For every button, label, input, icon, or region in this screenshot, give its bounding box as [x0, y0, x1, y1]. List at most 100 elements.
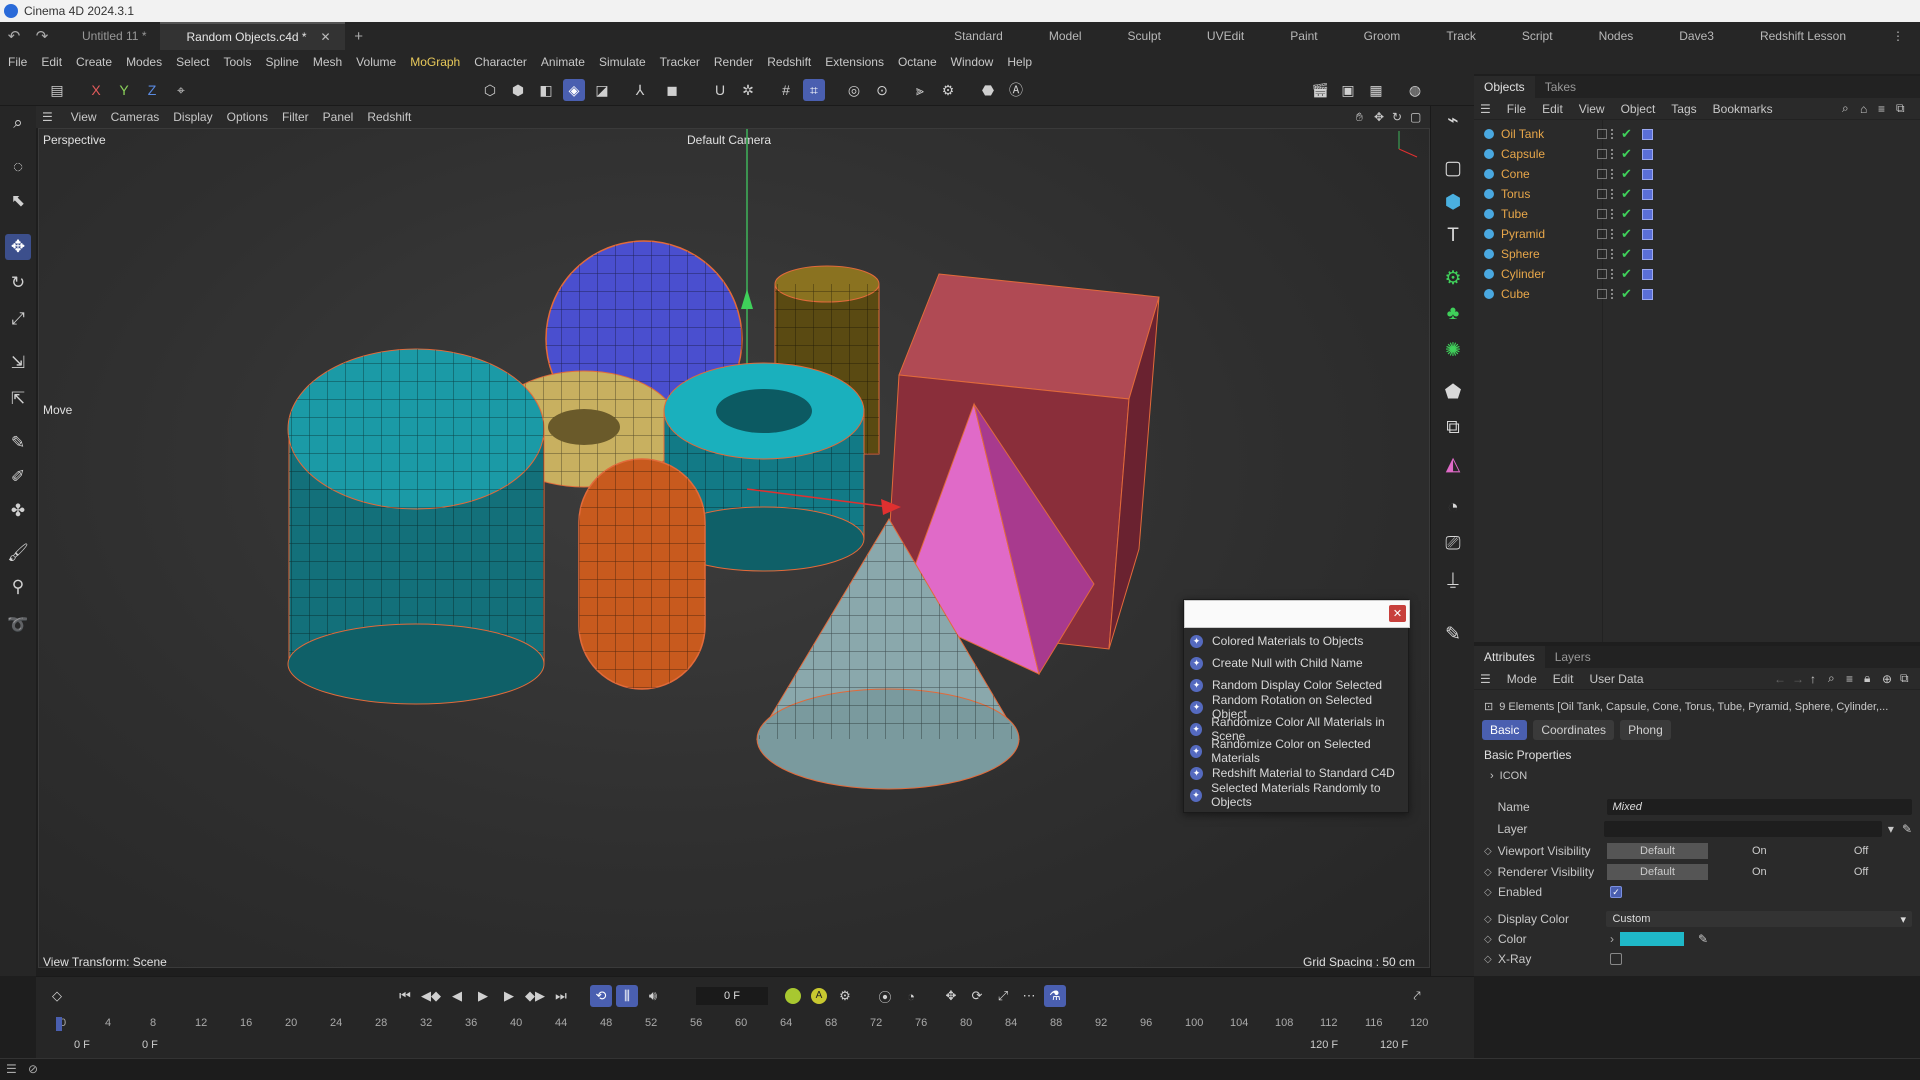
- menu-spline[interactable]: Spline: [265, 55, 298, 69]
- enabled-check-icon[interactable]: ✔: [1621, 186, 1632, 202]
- scale-tool-icon[interactable]: ⤢: [5, 306, 31, 332]
- material-tag-icon[interactable]: [1641, 188, 1653, 200]
- current-frame-field[interactable]: 0 F: [696, 987, 768, 1005]
- move-tool-icon[interactable]: ✥: [5, 234, 31, 260]
- timeline-ruler[interactable]: 0 4 8 12 16 20 24 28 32 36 40 44 48 52 56 60 64 68 72 76 80 8…: [52, 1017, 1428, 1035]
- orbit-view-icon[interactable]: ↻: [1392, 110, 1402, 124]
- visibility-dots-icon[interactable]: [1611, 189, 1615, 199]
- visibility-dots-icon[interactable]: [1611, 269, 1615, 279]
- status-info-icon[interactable]: ⊘: [28, 1062, 38, 1076]
- layer-box-icon[interactable]: [1597, 249, 1607, 259]
- icon-group-toggle[interactable]: › ICON: [1490, 770, 1527, 782]
- key-pla-icon[interactable]: ⤢: [992, 985, 1014, 1007]
- material-tag-icon[interactable]: [1641, 228, 1653, 240]
- obj-menu-bookmarks[interactable]: Bookmarks: [1713, 102, 1773, 116]
- volume-icon[interactable]: ◭: [1439, 450, 1467, 478]
- record-keyframe-icon[interactable]: [782, 985, 804, 1007]
- obj-menu-tags[interactable]: Tags: [1671, 102, 1696, 116]
- material-tag-icon[interactable]: [1641, 288, 1653, 300]
- go-to-start-icon[interactable]: ⏮: [394, 985, 416, 1007]
- keyframe-diamond-icon[interactable]: ◇: [1484, 914, 1498, 925]
- more-options-icon[interactable]: ⋮: [1892, 29, 1904, 43]
- edit-icon[interactable]: ✎: [1439, 620, 1467, 648]
- tab-objects[interactable]: Objects: [1474, 76, 1535, 98]
- subtab-phong[interactable]: Phong: [1620, 720, 1671, 740]
- range-end-left[interactable]: 120 F: [1310, 1039, 1338, 1051]
- popup-item-materials-randomly[interactable]: ✦ Selected Materials Randomly to Objects: [1184, 781, 1410, 809]
- paint-tool-icon[interactable]: ✤: [5, 498, 31, 524]
- xray-checkbox[interactable]: [1610, 953, 1622, 965]
- motion-tracking-icon[interactable]: ⚗: [1044, 985, 1066, 1007]
- loop-icon[interactable]: ⟲: [590, 985, 612, 1007]
- key-point-icon[interactable]: ⋯: [1018, 985, 1040, 1007]
- keyframe-settings-icon[interactable]: ⚙: [834, 985, 856, 1007]
- layout-script[interactable]: Script: [1522, 29, 1553, 43]
- popup-item-randomize-selected-materials[interactable]: ✦ Randomize Color on Selected Materials: [1184, 737, 1410, 765]
- material-tag-icon[interactable]: [1641, 268, 1653, 280]
- pan-view-icon[interactable]: ✋︎: [1356, 110, 1363, 125]
- menu-edit[interactable]: Edit: [41, 55, 62, 69]
- playhead[interactable]: [56, 1017, 62, 1031]
- redo-icon[interactable]: ↷: [28, 27, 56, 45]
- oil-tank-object[interactable]: [287, 348, 545, 705]
- perspective-viewport[interactable]: Perspective Default Camera Move View Tra…: [38, 128, 1430, 968]
- spline-sketch-icon[interactable]: ✐: [5, 464, 31, 490]
- menu-simulate[interactable]: Simulate: [599, 55, 646, 69]
- search-icon[interactable]: ⌕: [5, 110, 31, 136]
- visibility-dots-icon[interactable]: [1611, 129, 1615, 139]
- object-row-cone[interactable]: Cone ✔: [1484, 164, 1904, 184]
- tab-takes[interactable]: Takes: [1535, 76, 1586, 98]
- hex-tool-icon[interactable]: ⬣: [977, 79, 999, 101]
- menu-mesh[interactable]: Mesh: [313, 55, 342, 69]
- layout-paint[interactable]: Paint: [1290, 29, 1317, 43]
- settings-icon[interactable]: ⊕: [1882, 672, 1892, 686]
- vv-off[interactable]: Off: [1810, 843, 1913, 859]
- dolly-view-icon[interactable]: ✥: [1374, 110, 1384, 124]
- object-row-oil-tank[interactable]: Oil Tank ✔: [1484, 124, 1904, 144]
- layer-box-icon[interactable]: [1597, 129, 1607, 139]
- rv-on[interactable]: On: [1708, 864, 1811, 880]
- vv-default[interactable]: Default: [1606, 843, 1709, 859]
- render-settings-icon[interactable]: ⊙: [871, 79, 893, 101]
- home-icon[interactable]: ⌂: [1860, 102, 1867, 116]
- edges-mode-icon[interactable]: ⬢: [507, 79, 529, 101]
- knife-tool-icon[interactable]: ⚲: [5, 574, 31, 600]
- placement-tool-icon[interactable]: ⇱: [5, 386, 31, 412]
- layout-track[interactable]: Track: [1446, 29, 1476, 43]
- render-picture-viewer-icon[interactable]: ▣: [1337, 79, 1359, 101]
- subtab-basic[interactable]: Basic: [1482, 720, 1528, 740]
- snap-grid-icon[interactable]: ⌗: [803, 79, 825, 101]
- field-icon[interactable]: ⧉: [1439, 414, 1467, 442]
- aa-tool-icon[interactable]: Ⓐ: [1005, 79, 1027, 101]
- lock-icon[interactable]: 🔒︎: [1864, 671, 1870, 686]
- axis-z-toggle[interactable]: Z: [141, 79, 163, 101]
- deformer-icon[interactable]: ⬟: [1439, 378, 1467, 406]
- visibility-dots-icon[interactable]: [1611, 229, 1615, 239]
- enabled-check-icon[interactable]: ✔: [1621, 166, 1632, 182]
- filter-icon[interactable]: ≡: [1846, 672, 1853, 686]
- key-scale-icon[interactable]: ✥: [940, 985, 962, 1007]
- filter-icon[interactable]: ≡: [1878, 102, 1885, 116]
- tab-attributes[interactable]: Attributes: [1474, 646, 1545, 668]
- material-tag-icon[interactable]: [1641, 128, 1653, 140]
- camera-icon[interactable]: ⎚: [1439, 530, 1467, 558]
- range-start-left[interactable]: 0 F: [74, 1039, 90, 1051]
- brush-tool-icon[interactable]: 🖌︎: [5, 540, 31, 566]
- viewport-menu-icon[interactable]: ☰: [42, 110, 53, 124]
- new-window-icon[interactable]: ⧉: [1900, 671, 1909, 686]
- layout-dave3[interactable]: Dave3: [1679, 29, 1714, 43]
- menu-modes[interactable]: Modes: [126, 55, 162, 69]
- environment-icon[interactable]: ◔: [1439, 494, 1467, 522]
- attr-menu-user-data[interactable]: User Data: [1589, 672, 1643, 686]
- layer-box-icon[interactable]: [1597, 169, 1607, 179]
- menu-redshift[interactable]: Redshift: [767, 55, 811, 69]
- points-mode-icon[interactable]: ⬡: [479, 79, 501, 101]
- object-row-cylinder[interactable]: Cylinder ✔: [1484, 264, 1904, 284]
- search-icon[interactable]: ⌕: [1842, 101, 1849, 116]
- back-arrow-icon[interactable]: ←: [1774, 672, 1786, 686]
- material-tag-icon[interactable]: [1641, 168, 1653, 180]
- fcurve-icon[interactable]: ⤤: [1406, 985, 1428, 1007]
- display-color-dropdown[interactable]: Custom ▾: [1606, 911, 1912, 927]
- attr-menu-mode[interactable]: Mode: [1507, 672, 1537, 686]
- magnet-icon[interactable]: U: [709, 79, 731, 101]
